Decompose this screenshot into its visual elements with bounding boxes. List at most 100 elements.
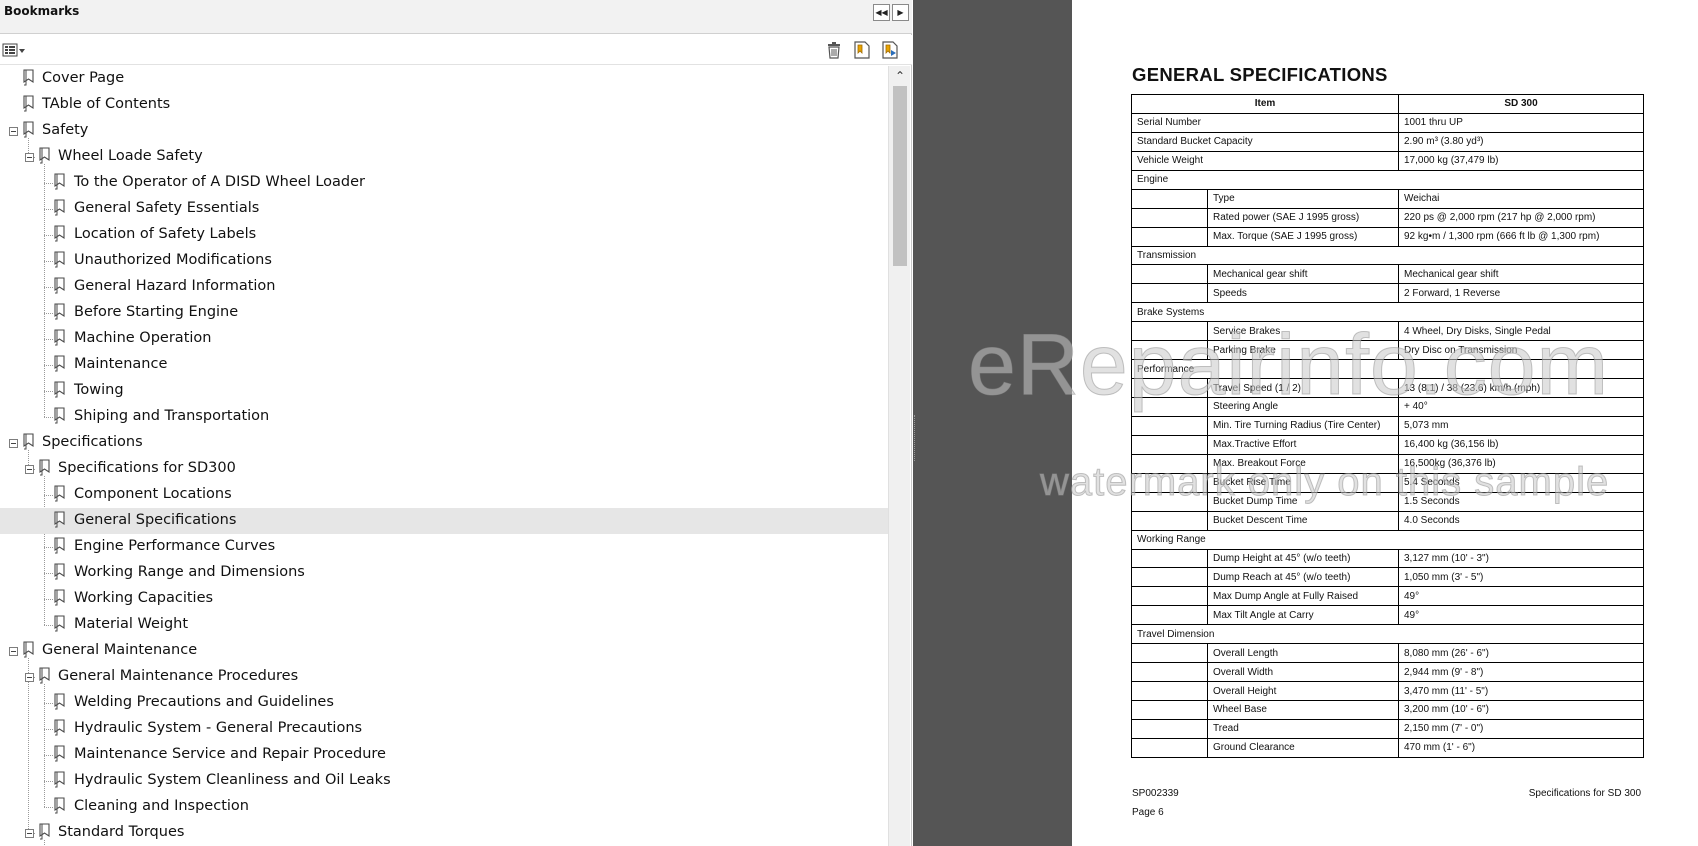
collapse-toggle-icon[interactable] [25,673,34,682]
spec-item-cell: Parking Brake [1207,340,1399,361]
spec-item-cell: Type [1207,188,1399,209]
bookmark-item[interactable]: Cleaning and Inspection [0,794,888,820]
bookmark-item[interactable]: Specifications [0,430,888,456]
table-row: Standard Bucket Capacity 2.90 m³ (3.80 yd… [1131,131,1644,152]
trash-icon[interactable] [824,40,844,60]
spec-item-cell: Bucket Dump Time [1207,491,1399,512]
spec-item-cell: Steering Angle [1207,397,1399,417]
bookmark-item[interactable]: Working Capacities [0,586,888,612]
bookmark-item[interactable]: Before Starting Engine [0,300,888,326]
table-row: Mechanical gear shift Mechanical gear shi… [1131,264,1644,285]
collapse-toggle-icon[interactable] [9,127,18,136]
bookmark-ribbon-icon [54,745,65,762]
bookmark-item[interactable]: Hydraulic System - General Precautions [0,716,888,742]
bookmark-ribbon-icon [54,329,65,346]
bookmark-label: Standard Torques [58,824,185,840]
table-row: Bucket Rise Time 5.4 Seconds [1131,472,1644,493]
bookmark-label: Location of Safety Labels [74,226,257,242]
bookmark-ribbon-icon [23,641,34,658]
spec-item-cell: Rated power (SAE J 1995 gross) [1207,207,1399,228]
bookmark-item[interactable]: General Maintenance [0,638,888,664]
bookmark-item[interactable]: Component Locations [0,482,888,508]
bookmark-item[interactable]: General Hazard Information [0,274,888,300]
spec-indent-cell [1131,434,1208,455]
spec-item-cell: Speeds [1207,283,1399,304]
bookmark-ribbon-icon [39,459,50,476]
bookmark-item[interactable]: Welding Precautions and Guidelines [0,690,888,716]
spec-indent-cell [1131,453,1208,474]
bookmarks-scrollbar[interactable]: ⌃ [888,66,910,846]
bookmark-ribbon-icon [54,225,65,242]
bookmark-item[interactable]: To the Operator of A DISD Wheel Loader [0,170,888,196]
collapse-toggle-icon[interactable] [9,647,18,656]
bookmark-item[interactable]: Shiping and Transportation [0,404,888,430]
table-row: Speeds 2 Forward, 1 Reverse [1131,283,1644,304]
table-row: Service Brakes 4 Wheel, Dry Disks, Single… [1131,321,1644,342]
collapse-toggle-icon[interactable] [9,439,18,448]
spec-indent-cell [1131,700,1208,720]
spec-value-cell: 470 mm (1' - 6") [1398,737,1644,758]
bookmark-ribbon-icon [54,693,65,710]
options-menu-icon[interactable] [2,40,26,60]
bookmark-label: Unauthorized Modifications [74,252,272,268]
bookmark-item[interactable]: Safety [0,118,888,144]
bookmark-item[interactable]: Unauthorized Modifications [0,248,888,274]
bookmark-item[interactable]: TAble of Contents [0,92,888,118]
double-chevron-left-icon[interactable]: ◀◀ [873,4,890,21]
bookmark-item[interactable]: Material Weight [0,612,888,638]
bookmark-label: Shiping and Transportation [74,408,270,424]
chevron-right-icon[interactable]: ▶ [892,4,909,21]
bookmark-item[interactable]: Working Range and Dimensions [0,560,888,586]
spec-value-cell: 4.0 Seconds [1398,510,1644,531]
bookmark-item[interactable]: Engine Performance Curves [0,534,888,560]
collapse-toggle-icon[interactable] [25,153,34,162]
panel-splitter[interactable] [914,415,917,461]
expand-bookmark-icon[interactable] [880,40,900,60]
bookmark-ribbon-icon [54,719,65,736]
spec-item-cell: Min. Tire Turning Radius (Tire Center) [1207,415,1399,436]
bookmark-item[interactable]: General Safety Essentials [0,196,888,222]
new-bookmark-icon[interactable] [852,40,872,60]
spec-value-cell: 2 Forward, 1 Reverse [1398,283,1644,304]
spec-indent-cell [1131,321,1208,342]
bookmark-item[interactable]: Cover Page [0,66,888,92]
spec-value-cell: 17,000 kg (37,479 lb) [1398,150,1644,171]
table-row: Bucket Descent Time 4.0 Seconds [1131,510,1644,531]
table-row: Travel Speed (1 / 2) 13 (8.1) / 38 (23.6)… [1131,378,1644,398]
bookmark-label: General Maintenance Procedures [58,668,299,684]
table-row: Ground Clearance 470 mm (1' - 6") [1131,737,1644,758]
bookmark-item[interactable]: Maintenance Service and Repair Procedure [0,742,888,768]
bookmark-item[interactable]: Machine Operation [0,326,888,352]
spec-value-cell: 2.90 m³ (3.80 yd³) [1398,131,1644,152]
spec-indent-cell [1131,605,1208,626]
bookmark-item[interactable]: General Specifications [0,508,888,534]
bookmark-label: Before Starting Engine [74,304,239,320]
spec-item-cell: Travel Speed (1 / 2) [1207,378,1399,398]
collapse-toggle-icon[interactable] [25,829,34,838]
spec-value-cell: 2,150 mm (7' - 0") [1398,718,1644,739]
spec-indent-cell [1131,567,1208,588]
spec-indent-cell [1131,226,1208,247]
bookmark-item[interactable]: General Maintenance Procedures [0,664,888,690]
scroll-up-button[interactable]: ⌃ [889,66,911,86]
bookmark-ribbon-icon [54,277,65,294]
bookmark-ribbon-icon [23,121,34,138]
table-row: Max. Breakout Force 16,500kg (36,376 lb) [1131,453,1644,474]
bookmark-item[interactable]: Location of Safety Labels [0,222,888,248]
bookmark-item[interactable]: Standard Torques [0,820,888,846]
spec-value-cell: 92 kg•m / 1,300 rpm (666 ft lb @ 1,300 r… [1398,226,1644,247]
spec-value-cell: 16,500kg (36,376 lb) [1398,453,1644,474]
collapse-toggle-icon[interactable] [25,465,34,474]
bookmark-item[interactable]: Hydraulic System Cleanliness and Oil Lea… [0,768,888,794]
bookmark-ribbon-icon [54,485,65,502]
bookmark-item[interactable]: Towing [0,378,888,404]
spec-value-cell: Dry Disc on Transmission [1398,340,1644,361]
bookmark-item[interactable]: Specifications for SD300 [0,456,888,482]
bookmark-item[interactable]: Maintenance [0,352,888,378]
scrollbar-thumb[interactable] [893,86,907,266]
spec-value-cell: 1.5 Seconds [1398,491,1644,512]
table-row: Dump Height at 45° (w/o teeth) 3,127 mm (… [1131,548,1644,569]
bookmarks-titlebar: Bookmarks ◀◀ ▶ [0,0,912,34]
bookmark-label: Engine Performance Curves [74,538,276,554]
bookmark-item[interactable]: Wheel Loade Safety [0,144,888,170]
